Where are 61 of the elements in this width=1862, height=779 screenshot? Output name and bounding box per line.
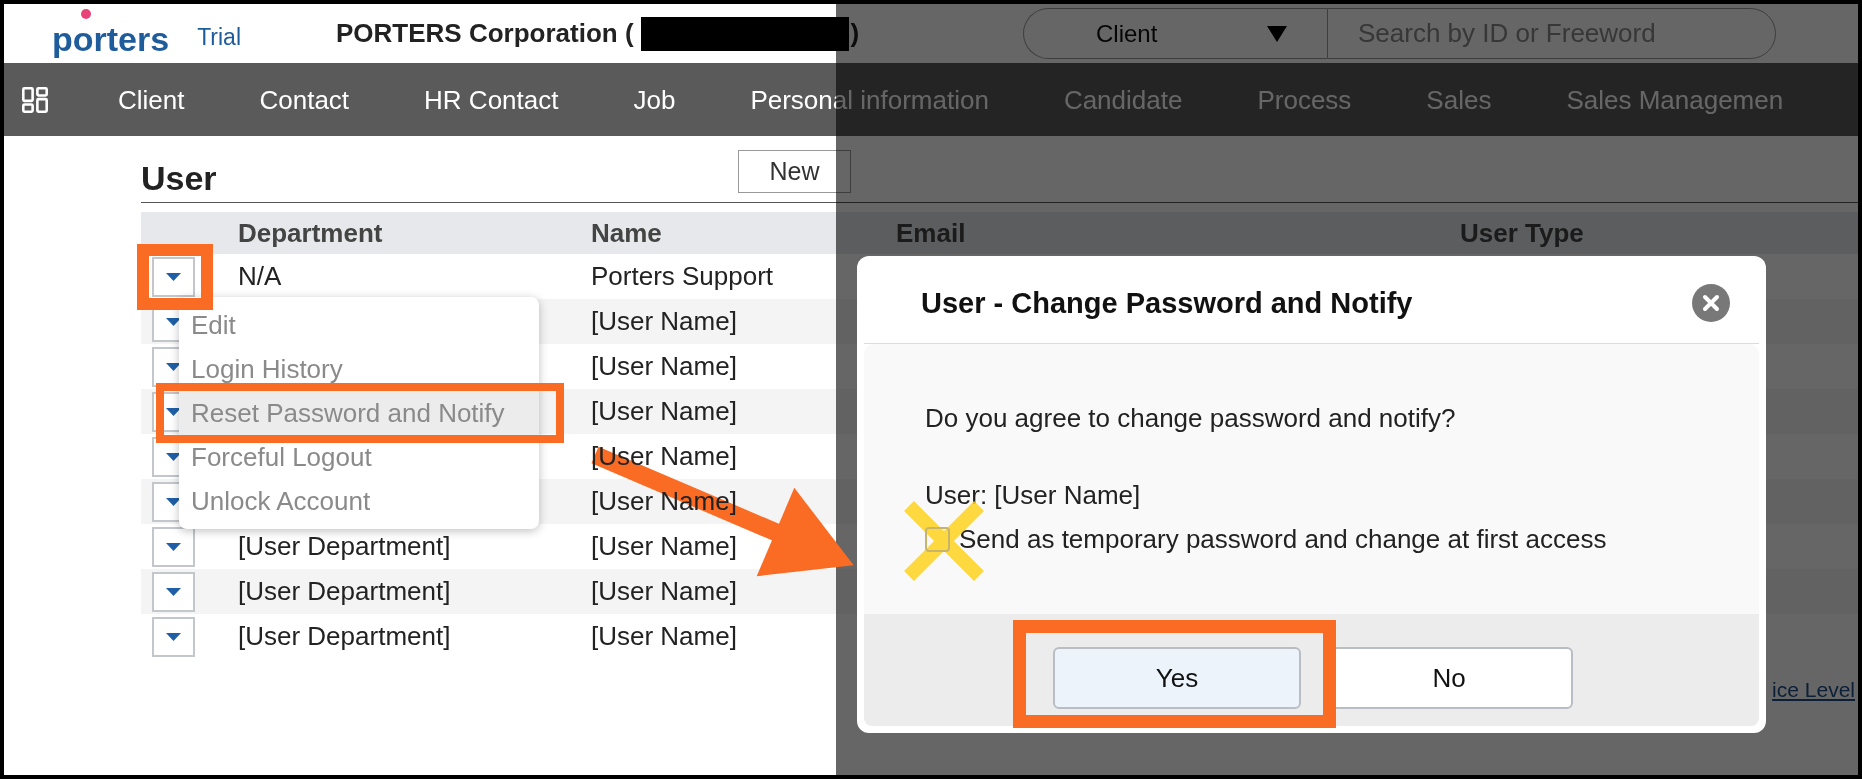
footer-link[interactable]: ice Level xyxy=(1772,677,1855,703)
menu-item[interactable]: Forceful Logout xyxy=(179,443,539,471)
close-icon xyxy=(1692,284,1730,322)
menu-item[interactable]: Login History xyxy=(179,355,539,383)
caret-down-icon xyxy=(166,497,181,506)
row-menu-button[interactable] xyxy=(152,256,195,297)
table-cell: Porters Support xyxy=(591,260,774,291)
table-cell: [User Name] xyxy=(591,620,737,651)
new-button[interactable]: New xyxy=(738,150,851,193)
caret-down-icon xyxy=(166,632,181,641)
caret-down-icon xyxy=(166,542,181,551)
edition-label: Trial xyxy=(197,23,241,53)
logo-dot-icon xyxy=(81,8,91,19)
dialog-button[interactable]: Yes xyxy=(1053,647,1301,709)
nav-link[interactable]: Candidate xyxy=(1063,83,1183,116)
nav-link[interactable]: Process xyxy=(1257,83,1352,116)
column-header: Department xyxy=(238,217,383,248)
row-menu-button[interactable] xyxy=(152,571,195,612)
nav-link[interactable]: Client xyxy=(118,83,185,116)
table-cell: [User Name] xyxy=(591,350,737,381)
row-menu-button[interactable] xyxy=(152,526,195,567)
checkbox-label: Send as temporary password and change at first access xyxy=(959,523,1607,555)
company-name: PORTERS Corporation ( xyxy=(336,17,634,50)
table-cell: [User Name] xyxy=(591,530,737,561)
table-cell: [User Name] xyxy=(591,395,737,426)
dialog-message: Do you agree to change password and notify? xyxy=(925,402,1457,434)
page-title: User xyxy=(141,158,218,198)
grid-icon[interactable] xyxy=(22,86,48,113)
logo-text: porters xyxy=(52,18,170,59)
nav-link[interactable]: Sales xyxy=(1426,83,1492,116)
caret-down-icon xyxy=(166,272,181,281)
company-name-end: ) xyxy=(850,17,860,50)
caret-down-icon xyxy=(166,587,181,596)
nav-link[interactable]: Sales Managemen xyxy=(1566,83,1784,116)
table-cell: [User Department] xyxy=(238,620,451,651)
menu-item[interactable]: Reset Password and Notify xyxy=(179,391,539,435)
nav-link[interactable]: HR Contact xyxy=(424,83,559,116)
checkbox[interactable] xyxy=(925,526,950,552)
table-cell: [User Name] xyxy=(591,305,737,336)
caret-down-icon xyxy=(166,407,181,416)
caret-down-icon xyxy=(166,452,181,461)
search-scope-select[interactable]: Client xyxy=(1023,8,1327,59)
row-menu-button[interactable] xyxy=(152,616,195,657)
caret-down-icon xyxy=(166,362,181,371)
dialog-title: User - Change Password and Notify xyxy=(921,286,1413,320)
caret-down-icon xyxy=(1267,25,1287,42)
nav-link[interactable]: Contact xyxy=(259,83,350,116)
column-header: Email xyxy=(896,217,966,248)
column-header: Name xyxy=(591,217,662,248)
column-header: User Type xyxy=(1460,217,1584,248)
menu-item[interactable]: Edit xyxy=(179,311,539,339)
user-label: User: [User Name] xyxy=(925,479,1142,511)
table-cell: [User Name] xyxy=(591,575,737,606)
nav-link[interactable]: Job xyxy=(633,83,676,116)
nav-link[interactable]: Personal information xyxy=(750,83,989,116)
close-button[interactable] xyxy=(1692,284,1730,322)
table-cell: N/A xyxy=(238,260,282,291)
caret-down-icon xyxy=(166,317,181,326)
menu-item[interactable]: Unlock Account xyxy=(179,487,539,515)
table-cell: [User Department] xyxy=(238,575,451,606)
table-cell: [User Department] xyxy=(238,530,451,561)
